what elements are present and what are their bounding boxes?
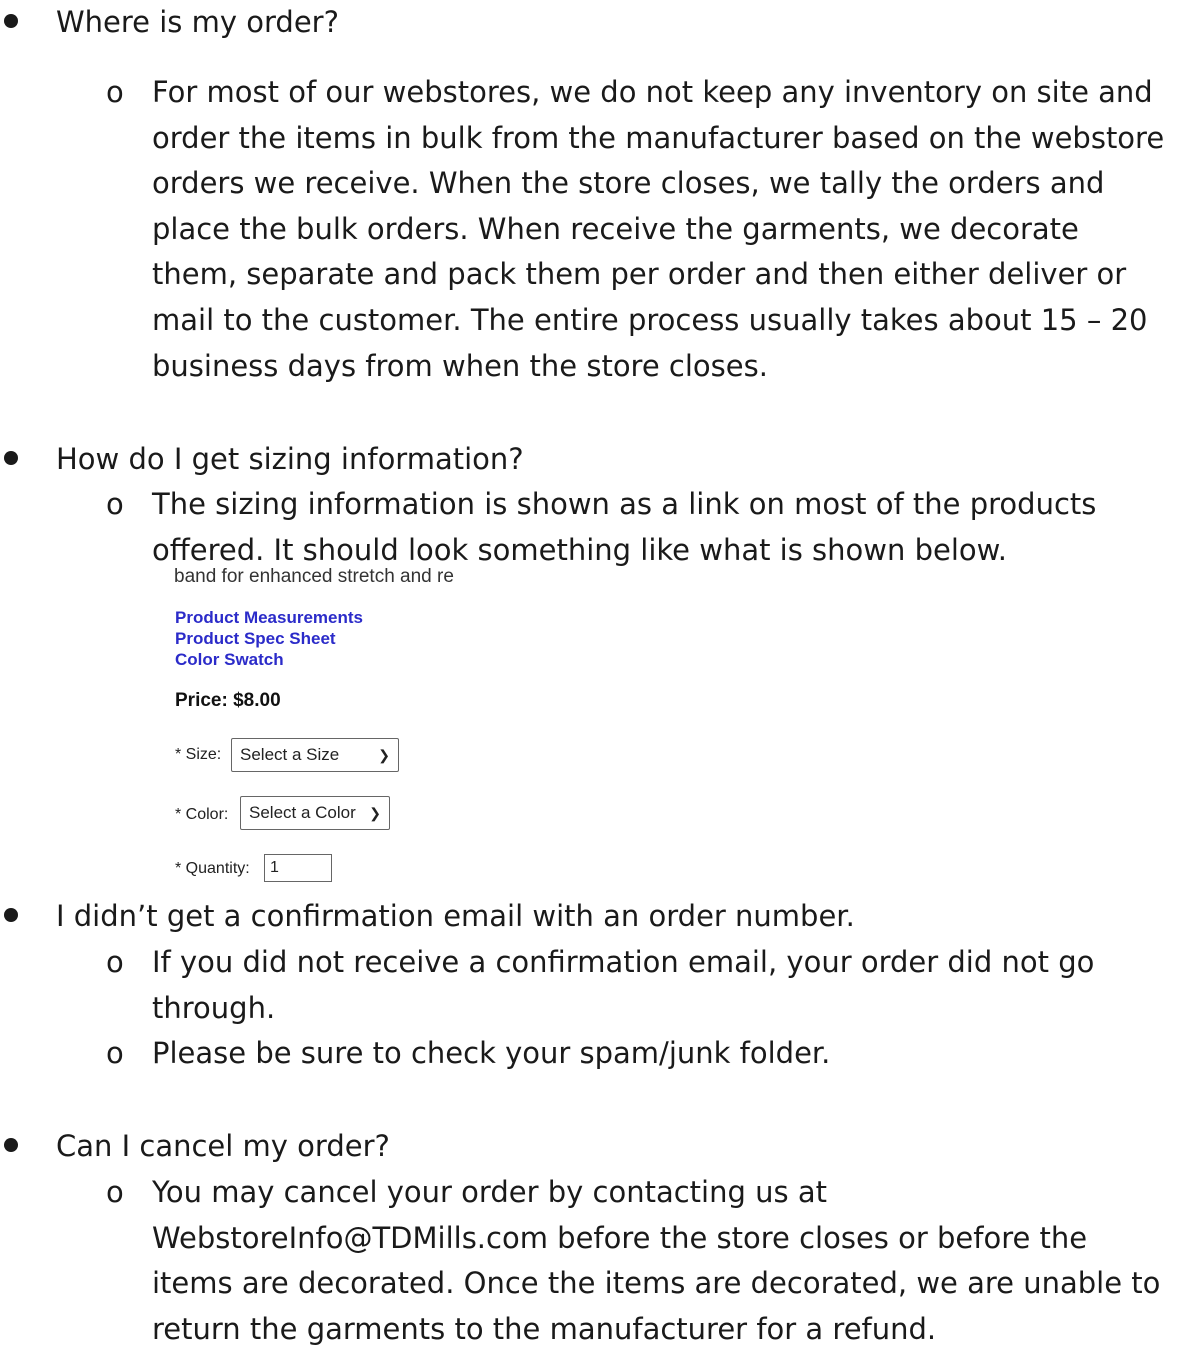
- answer-line: them, separate and pack them per order a…: [152, 257, 1127, 292]
- answer-line: orders we receive. When the store closes…: [152, 166, 1105, 201]
- answer-line: through.: [152, 990, 276, 1025]
- answer-line: For most of our webstores, we do not kee…: [152, 75, 1153, 109]
- product-spec-sheet-link[interactable]: Product Spec Sheet: [175, 628, 336, 649]
- answer-line: return the garments to the manufacturer …: [152, 1311, 937, 1346]
- answer-text: For most of our webstores, we do not kee…: [152, 70, 1164, 389]
- bullet-icon: [4, 908, 18, 922]
- sub-bullet-icon: o: [106, 75, 124, 109]
- answer-line: The sizing information is shown as a lin…: [152, 487, 1097, 521]
- quantity-input[interactable]: 1: [264, 854, 332, 882]
- answer-text: The sizing information is shown as a lin…: [152, 482, 1096, 573]
- size-select-value: Select a Size: [240, 745, 340, 764]
- sub-bullet-icon: o: [106, 1036, 124, 1070]
- quantity-label: * Quantity:: [175, 860, 250, 877]
- color-swatch-link[interactable]: Color Swatch: [175, 649, 284, 670]
- answer-line: items are decorated. Once the items are …: [152, 1266, 1161, 1301]
- answer-line: Please be sure to check your spam/junk f…: [152, 1036, 831, 1070]
- question-text: How do I get sizing information?: [56, 442, 524, 476]
- sub-bullet-icon: o: [106, 1175, 124, 1209]
- answer-text: You may cancel your order by contacting …: [152, 1170, 1160, 1352]
- answer-line: If you did not receive a confirmation em…: [152, 945, 1095, 979]
- answer-line: place the bulk orders. When receive the …: [152, 211, 1079, 246]
- answer-line: business days from when the store closes…: [152, 348, 768, 383]
- bullet-icon: [4, 451, 18, 465]
- size-label: * Size:: [175, 746, 222, 763]
- answer-line: order the items in bulk from the manufac…: [152, 120, 1165, 155]
- product-screenshot: band for enhanced stretch and re Product…: [160, 566, 560, 890]
- product-price: Price: $8.00: [175, 690, 281, 711]
- product-description-fragment: band for enhanced stretch and re: [174, 566, 454, 586]
- chevron-down-icon: ❯: [378, 747, 390, 763]
- question-text: Where is my order?: [56, 5, 339, 39]
- answer-line: You may cancel your order by contacting …: [152, 1175, 827, 1209]
- answer-line: mail to the customer. The entire process…: [152, 302, 1148, 337]
- product-measurements-link[interactable]: Product Measurements: [175, 607, 363, 628]
- answer-line: WebstoreInfo@TDMills.com before the stor…: [152, 1220, 1088, 1255]
- answer-text: Please be sure to check your spam/junk f…: [152, 1031, 830, 1077]
- bullet-icon: [4, 1138, 18, 1152]
- faq-page: Where is my order? o For most of our web…: [0, 0, 1204, 1346]
- chevron-down-icon: ❯: [369, 805, 381, 821]
- color-label: * Color:: [175, 806, 229, 823]
- color-select[interactable]: Select a Color ❯: [240, 796, 390, 830]
- size-select[interactable]: Select a Size ❯: [231, 738, 399, 772]
- question-text: I didn’t get a confirmation email with a…: [56, 899, 855, 933]
- sub-bullet-icon: o: [106, 945, 124, 979]
- answer-text: If you did not receive a confirmation em…: [152, 940, 1094, 1031]
- color-select-value: Select a Color: [249, 803, 356, 822]
- bullet-icon: [4, 14, 18, 28]
- question-text: Can I cancel my order?: [56, 1129, 390, 1163]
- sub-bullet-icon: o: [106, 487, 124, 521]
